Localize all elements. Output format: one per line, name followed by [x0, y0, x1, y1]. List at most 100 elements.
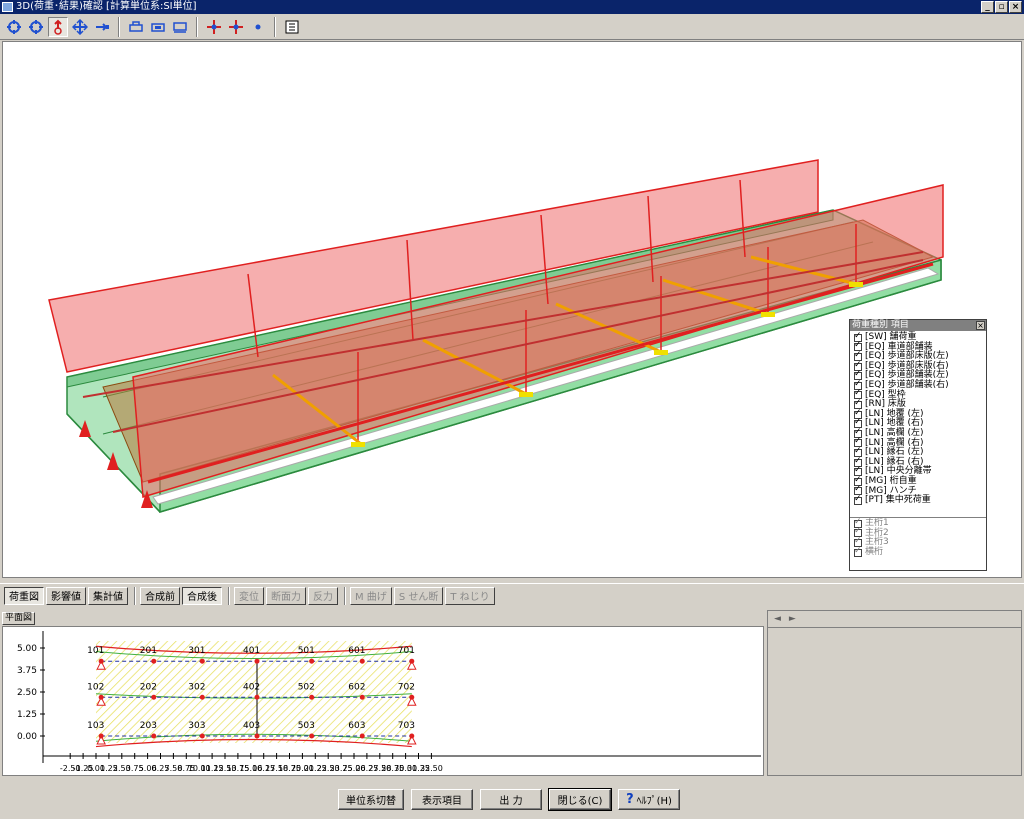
output-button[interactable]: 出 力 — [480, 789, 542, 810]
tab-reaction[interactable]: 反力 — [308, 586, 338, 605]
node-point — [359, 733, 365, 739]
plan-view[interactable]: 5.00 3.75 2.50 1.25 0.00 -2.50 -1.25 0.00 1.25 2.… — [2, 626, 764, 776]
legend-load-list: [SW] 舗荷重[EQ] 車道部舗装[EQ] 歩道部床版(左)[EQ] 歩道部床… — [850, 331, 986, 518]
prev-arrow-icon[interactable]: ◄ — [774, 614, 781, 624]
y-tick-label: 2.50 — [17, 688, 37, 698]
legend-item-label: 横桁 — [865, 546, 884, 557]
node-label: 402 — [243, 682, 260, 692]
node-point — [309, 733, 315, 739]
node-point — [254, 658, 260, 664]
tab-separator — [134, 586, 136, 605]
tab-after-composite[interactable]: 合成後 — [182, 586, 222, 605]
tab-separator — [228, 586, 230, 605]
node-label: 503 — [298, 721, 315, 731]
node-point — [98, 658, 104, 664]
legend-item-label: [PT] 集中死荷重 — [865, 495, 931, 506]
toolbar-separator — [118, 16, 120, 37]
app-window: 3D(荷重･結果)確認 [計算単位系:SI単位] _ ▫ × 荷重種別 項目 ×… — [0, 0, 1024, 819]
settings-icon[interactable] — [282, 17, 302, 37]
tab-shear[interactable]: S せん断 — [393, 586, 444, 605]
help-button[interactable]: ? ﾍﾙﾌﾟ(H) — [618, 789, 680, 810]
node-label: 203 — [140, 721, 157, 731]
load-legend-panel: 荷重種別 項目 × [SW] 舗荷重[EQ] 車道部舗装[EQ] 歩道部床版(左… — [849, 319, 987, 571]
point-icon[interactable] — [248, 17, 268, 37]
legend-checkbox[interactable] — [854, 495, 862, 505]
node-label: 502 — [298, 682, 315, 692]
node-label: 103 — [87, 721, 104, 731]
node-label: 303 — [188, 721, 205, 731]
node-label: 701 — [398, 646, 415, 656]
restore-button[interactable]: ▫ — [995, 1, 1008, 13]
node-point — [98, 694, 104, 700]
plan-view-tab[interactable]: 平面図 — [2, 612, 36, 625]
tab-influence[interactable]: 影響値 — [46, 586, 86, 605]
node-point — [151, 694, 157, 700]
zoom-icon[interactable] — [92, 17, 112, 37]
rotate-z-icon[interactable] — [48, 16, 68, 37]
legend-checkbox[interactable] — [854, 547, 862, 557]
tab-moment[interactable]: M 曲げ — [350, 586, 392, 605]
node-point — [359, 658, 365, 664]
help-icon: ? — [626, 792, 634, 807]
result-tabs: 荷重図 影響値 集計値 合成前 合成後 変位 断面力 反力 M 曲げ S せん断… — [0, 583, 1024, 607]
node-label: 202 — [140, 682, 157, 692]
node-label: 703 — [398, 721, 415, 731]
tab-load-diagram[interactable]: 荷重図 — [4, 586, 44, 605]
legend-close-icon[interactable]: × — [976, 321, 985, 330]
rotate-y-icon[interactable] — [26, 17, 46, 37]
plan-diagram: 5.003.752.501.250.00-2.50-1.250.001.252.… — [17, 631, 761, 773]
node-point — [199, 694, 205, 700]
node-label: 603 — [348, 721, 365, 731]
node-label: 101 — [87, 646, 104, 656]
window-controls: _ ▫ × — [981, 1, 1022, 13]
node-point — [151, 733, 157, 739]
minimize-button[interactable]: _ — [981, 1, 994, 13]
window-title: 3D(荷重･結果)確認 [計算単位系:SI単位] — [16, 1, 197, 12]
legend-title: 荷重種別 項目 × — [850, 320, 986, 331]
app-icon — [2, 2, 13, 12]
node-label: 401 — [243, 646, 260, 656]
rotate-x-icon[interactable] — [4, 17, 24, 37]
node-label: 102 — [87, 682, 104, 692]
legend-item[interactable]: 横桁 — [854, 546, 986, 558]
node-point — [199, 658, 205, 664]
title-bar: 3D(荷重･結果)確認 [計算単位系:SI単位] _ ▫ × — [0, 0, 1024, 14]
y-tick-label: 5.00 — [17, 644, 37, 654]
move-icon[interactable] — [70, 17, 90, 37]
node-point — [199, 733, 205, 739]
button-bar: 単位系切替 表示項目 出 力 閉じる(C) ? ﾍﾙﾌﾟ(H) — [0, 780, 1024, 819]
node-point — [409, 658, 415, 664]
x-tick-label: 32.50 — [420, 764, 443, 773]
3d-view[interactable]: 荷重種別 項目 × [SW] 舗荷重[EQ] 車道部舗装[EQ] 歩道部床版(左… — [2, 41, 1022, 578]
toolbar — [0, 14, 1024, 40]
node-point — [309, 658, 315, 664]
legend-item[interactable]: [PT] 集中死荷重 — [854, 495, 986, 506]
node-point — [151, 658, 157, 664]
node-icon[interactable] — [204, 17, 224, 37]
node-point — [254, 694, 260, 700]
node-point — [409, 733, 415, 739]
result-side-panel: ◄ ► — [767, 610, 1022, 776]
display-items-button[interactable]: 表示項目 — [411, 789, 473, 810]
node-label: 301 — [188, 646, 205, 656]
node-label: 302 — [188, 682, 205, 692]
close-dialog-button[interactable]: 閉じる(C) — [548, 788, 612, 811]
top-view-icon[interactable] — [170, 17, 190, 37]
tab-torsion[interactable]: T ねじり — [445, 586, 495, 605]
node-label: 403 — [243, 721, 260, 731]
toolbar-separator — [274, 16, 276, 37]
tab-displacement[interactable]: 変位 — [234, 586, 264, 605]
close-button[interactable]: × — [1009, 1, 1022, 13]
tab-section-force[interactable]: 断面力 — [266, 586, 306, 605]
next-arrow-icon[interactable]: ► — [789, 614, 796, 624]
side-view-icon[interactable] — [148, 17, 168, 37]
member-icon[interactable] — [226, 17, 246, 37]
node-label: 501 — [298, 646, 315, 656]
front-view-icon[interactable] — [126, 17, 146, 37]
unit-switch-button[interactable]: 単位系切替 — [338, 789, 404, 810]
node-point — [409, 694, 415, 700]
legend-girder-list: 主桁1主桁2主桁3横桁 — [850, 518, 986, 557]
legend-title-text: 荷重種別 項目 — [852, 320, 909, 330]
tab-summary[interactable]: 集計値 — [88, 586, 128, 605]
tab-before-composite[interactable]: 合成前 — [140, 586, 180, 605]
